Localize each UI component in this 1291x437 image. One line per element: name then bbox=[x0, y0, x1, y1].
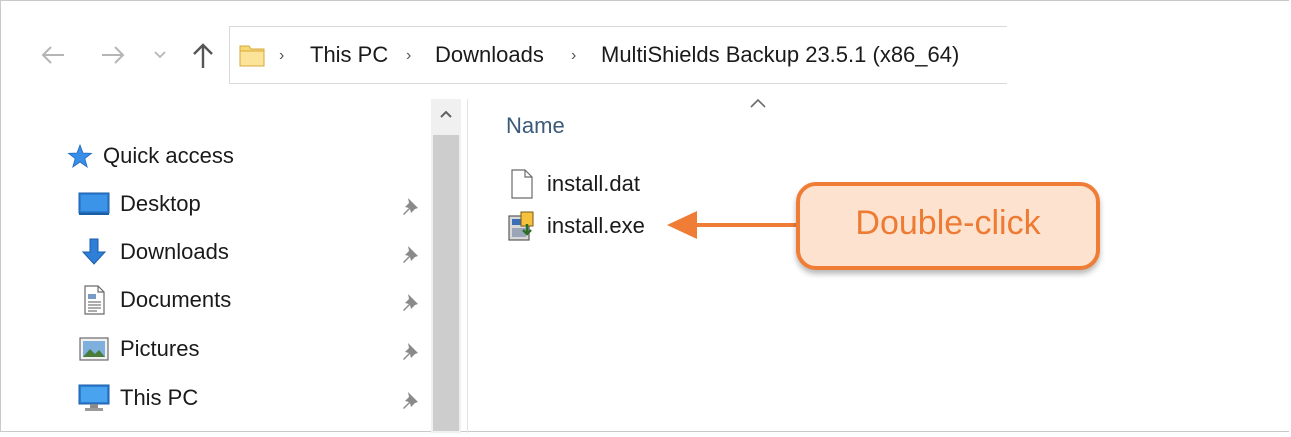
arrow-right-icon bbox=[102, 46, 125, 64]
pin-icon[interactable] bbox=[399, 291, 421, 313]
sidebar-item-label: Documents bbox=[120, 287, 232, 312]
sidebar-item-pictures[interactable]: Pictures bbox=[78, 332, 199, 366]
computer-icon bbox=[78, 382, 110, 414]
pin-icon[interactable] bbox=[399, 340, 421, 362]
pin-icon[interactable] bbox=[399, 389, 421, 411]
sort-ascending-icon bbox=[750, 98, 766, 108]
sidebar-item-quick-access[interactable]: Quick access bbox=[65, 139, 234, 173]
sidebar-item-label: This PC bbox=[120, 385, 199, 410]
arrow-left-icon bbox=[41, 46, 64, 64]
address-bar[interactable]: › This PC › Downloads › MultiShields Bac… bbox=[229, 26, 1007, 84]
installer-icon bbox=[507, 210, 537, 242]
breadcrumb-downloads[interactable]: Downloads bbox=[435, 42, 544, 68]
breadcrumb-current-folder[interactable]: MultiShields Backup 23.5.1 (x86_64) bbox=[601, 42, 959, 68]
file-name: install.dat bbox=[547, 171, 640, 196]
scroll-up-button[interactable] bbox=[431, 99, 461, 129]
sidebar-scrollbar[interactable] bbox=[431, 99, 461, 433]
download-arrow-icon bbox=[78, 236, 110, 268]
blank-file-icon bbox=[507, 168, 537, 200]
up-button[interactable] bbox=[187, 39, 219, 73]
sidebar-item-this-pc[interactable]: This PC bbox=[78, 381, 198, 415]
sidebar-item-downloads[interactable]: Downloads bbox=[78, 235, 229, 269]
scroll-thumb[interactable] bbox=[433, 135, 459, 431]
picture-icon bbox=[78, 333, 110, 365]
chevron-up-icon bbox=[440, 110, 452, 118]
document-icon bbox=[78, 284, 110, 316]
pin-icon[interactable] bbox=[399, 195, 421, 217]
breadcrumb-this-pc[interactable]: This PC bbox=[310, 42, 388, 68]
arrow-up-icon bbox=[193, 43, 213, 68]
back-button[interactable] bbox=[37, 39, 69, 71]
star-icon bbox=[65, 140, 95, 172]
explorer-window: › This PC › Downloads › MultiShields Bac… bbox=[0, 0, 1289, 433]
chevron-down-icon bbox=[154, 51, 166, 59]
desktop-icon bbox=[78, 188, 110, 220]
double-click-callout: Double-click bbox=[796, 182, 1100, 270]
forward-button[interactable] bbox=[97, 39, 129, 71]
sidebar-item-label: Quick access bbox=[103, 143, 234, 168]
sidebar-item-label: Downloads bbox=[120, 239, 229, 264]
pane-divider[interactable] bbox=[467, 99, 468, 433]
file-row-install-exe[interactable]: install.exe bbox=[507, 208, 645, 244]
file-name: install.exe bbox=[547, 213, 645, 238]
annotation-arrow bbox=[667, 211, 799, 239]
sidebar-item-documents[interactable]: Documents bbox=[78, 283, 231, 317]
callout-text: Double-click bbox=[855, 203, 1041, 242]
breadcrumb-separator: › bbox=[279, 47, 285, 64]
sidebar-item-label: Pictures bbox=[120, 336, 200, 361]
sidebar-item-desktop[interactable]: Desktop bbox=[78, 187, 201, 221]
file-row-install-dat[interactable]: install.dat bbox=[507, 166, 640, 202]
sidebar-item-label: Desktop bbox=[120, 191, 201, 216]
breadcrumb-separator: › bbox=[571, 47, 577, 64]
recent-locations-button[interactable] bbox=[151, 43, 169, 67]
column-header-name[interactable]: Name bbox=[506, 113, 565, 139]
folder-icon bbox=[239, 45, 265, 67]
breadcrumb-separator: › bbox=[406, 47, 412, 64]
pin-icon[interactable] bbox=[399, 243, 421, 265]
